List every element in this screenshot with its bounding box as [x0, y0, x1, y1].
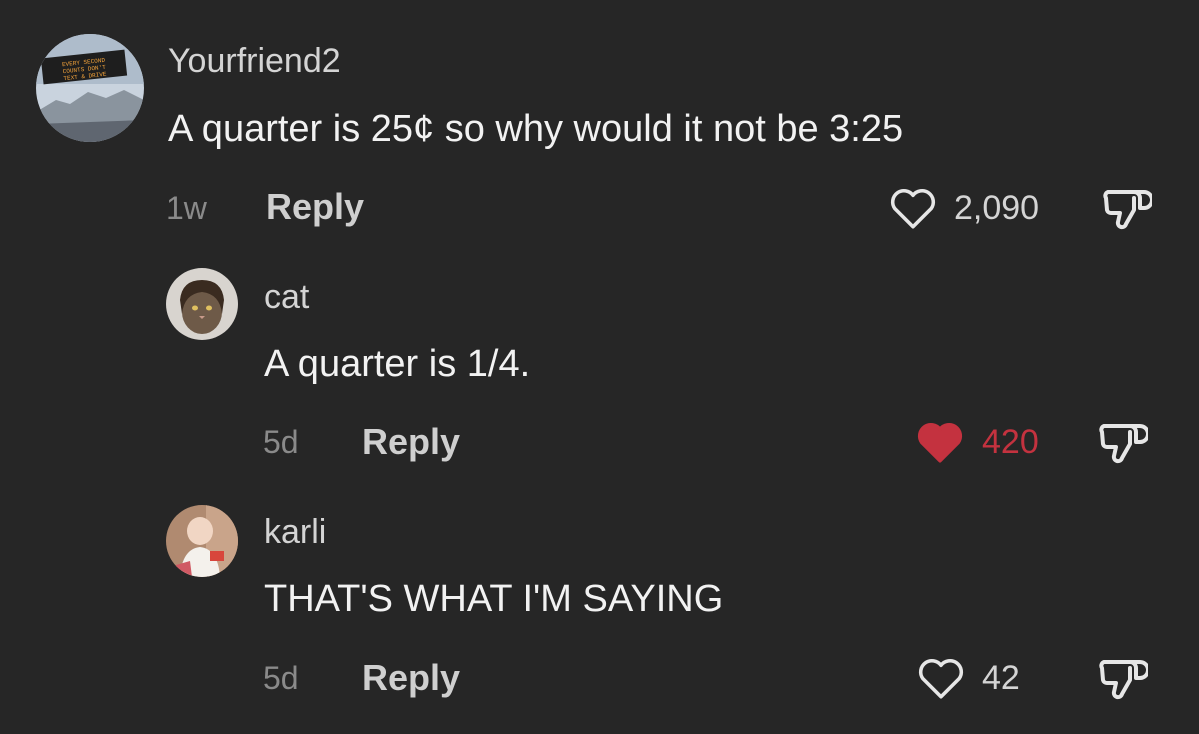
comment-username[interactable]: Yourfriend2: [168, 44, 341, 78]
thumbs-down-icon: [1099, 424, 1148, 464]
avatar-image: [166, 268, 238, 340]
comment-timestamp: 1w: [166, 190, 207, 226]
like-button[interactable]: [916, 654, 966, 700]
dislike-button[interactable]: [1096, 418, 1148, 468]
comment-username[interactable]: karli: [264, 515, 326, 549]
comment-text: A quarter is 1/4.: [264, 343, 531, 385]
like-count: 42: [982, 659, 1020, 697]
like-count: 2,090: [954, 189, 1040, 227]
comment-timestamp: 5d: [263, 424, 299, 460]
avatar-image: [166, 505, 238, 577]
dislike-button[interactable]: [1096, 654, 1148, 704]
comment-username[interactable]: cat: [264, 280, 309, 314]
avatar[interactable]: [166, 505, 238, 577]
comment-text: A quarter is 25¢ so why would it not be …: [168, 108, 904, 150]
like-button[interactable]: [888, 184, 938, 230]
avatar[interactable]: [166, 268, 238, 340]
heart-icon: [917, 422, 963, 463]
avatar-image: EVERY SECOND COUNTS DON'T TEXT & DRIVE: [36, 34, 144, 142]
reply-button[interactable]: Reply: [266, 189, 364, 225]
comment-timestamp: 5d: [263, 660, 299, 696]
like-count: 420: [982, 423, 1039, 461]
like-button[interactable]: [915, 418, 965, 464]
reply-button[interactable]: Reply: [362, 660, 460, 696]
reply-button[interactable]: Reply: [362, 424, 460, 460]
avatar[interactable]: EVERY SECOND COUNTS DON'T TEXT & DRIVE: [36, 34, 144, 142]
heart-icon: [918, 658, 964, 699]
thumbs-down-icon: [1103, 190, 1152, 230]
comment-text: THAT'S WHAT I'M SAYING: [264, 578, 724, 620]
heart-icon: [890, 188, 936, 229]
dislike-button[interactable]: [1100, 184, 1152, 234]
thumbs-down-icon: [1099, 660, 1148, 700]
